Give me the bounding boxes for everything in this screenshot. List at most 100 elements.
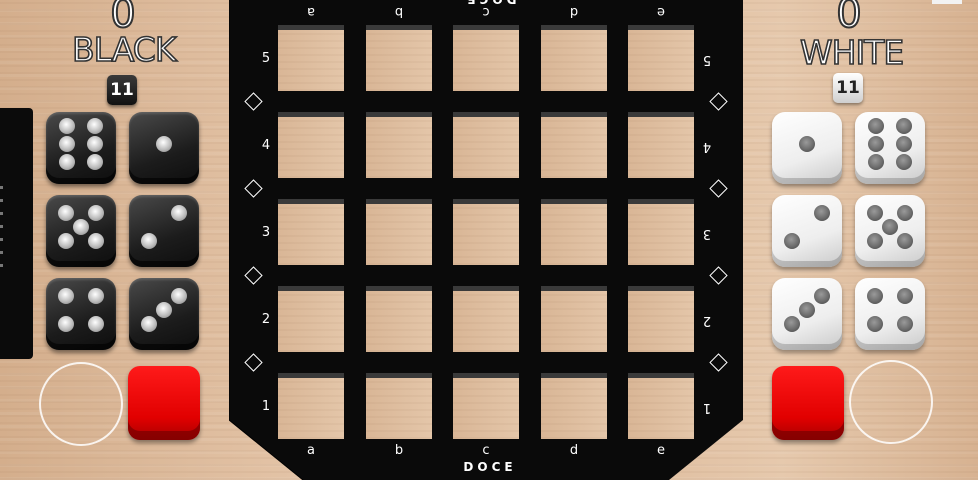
black-dice-count: 11 [107,75,137,105]
top-right-tab [932,0,962,4]
side-panel-tick [0,199,3,202]
board-brand-top: DOCE [440,0,540,6]
board-brand-bottom: DOCE [463,460,517,474]
row-label-left: 5 [261,51,271,66]
white-die-4[interactable] [855,278,925,350]
die-pip [866,204,883,221]
die-pip [866,233,883,250]
board-square-b4[interactable] [366,112,432,178]
die-pip [73,219,89,235]
die-pip [171,287,188,304]
board-square-d1[interactable] [541,373,607,439]
die-pip [868,136,884,152]
white-score: 0 [835,0,862,37]
die-pip [87,118,103,135]
side-panel-tick [0,264,3,267]
column-label-top: a [307,4,315,19]
die-pip [59,136,75,152]
side-panel[interactable] [0,108,33,359]
board-square-d3[interactable] [541,199,607,265]
die-pip [896,118,912,135]
die-pip [799,302,815,318]
row-label-left: 4 [261,138,271,153]
column-label-top: b [394,4,404,19]
board-square-b1[interactable] [366,373,432,439]
black-die-5[interactable] [46,195,116,267]
board-square-a2[interactable] [278,286,344,352]
column-label-bottom: e [657,443,665,458]
column-label-bottom: b [394,443,404,458]
die-pip [156,136,172,152]
board-square-d5[interactable] [541,25,607,91]
die-pip [140,233,157,250]
side-panel-tick [0,186,3,189]
board-square-e4[interactable] [628,112,694,178]
die-pip [171,204,188,221]
die-pip [882,219,898,235]
board-square-b3[interactable] [366,199,432,265]
black-die-4[interactable] [46,278,116,350]
die-pip [814,204,831,221]
column-label-top: e [657,4,665,19]
die-pip [57,316,74,333]
side-panel-tick [0,225,3,228]
die-pip [88,316,105,333]
board-square-c2[interactable] [453,286,519,352]
board-square-e1[interactable] [628,373,694,439]
die-pip [59,153,75,170]
die-pip [814,287,831,304]
black-die-2[interactable] [129,195,199,267]
board-square-a4[interactable] [278,112,344,178]
row-label-left: 1 [261,399,271,414]
white-roll-button[interactable] [849,360,933,444]
die-pip [897,287,914,304]
white-die-1[interactable] [772,112,842,184]
row-label-right: 4 [702,139,712,154]
die-pip [59,118,75,135]
side-panel-tick [0,212,3,215]
black-player-name: BLACK [71,30,177,69]
board-square-c1[interactable] [453,373,519,439]
board-square-c4[interactable] [453,112,519,178]
black-roll-button[interactable] [39,362,123,446]
board-square-d2[interactable] [541,286,607,352]
white-die-3[interactable] [772,278,842,350]
die-pip [88,287,105,304]
board-square-d4[interactable] [541,112,607,178]
die-pip [868,118,884,135]
row-label-left: 2 [261,312,271,327]
board-square-e5[interactable] [628,25,694,91]
die-pip [897,233,914,250]
die-pip [866,287,883,304]
die-pip [87,153,103,170]
board-square-c3[interactable] [453,199,519,265]
board-square-e2[interactable] [628,286,694,352]
black-die-6[interactable] [46,112,116,184]
die-pip [140,316,157,333]
die-pip [799,136,815,152]
die-pip [57,204,74,221]
die-pip [866,316,883,333]
board-square-a1[interactable] [278,373,344,439]
board-square-a5[interactable] [278,25,344,91]
white-die-5[interactable] [855,195,925,267]
board-square-b2[interactable] [366,286,432,352]
column-label-bottom: a [307,443,315,458]
board-square-c5[interactable] [453,25,519,91]
white-player-name: WHITE [799,33,905,72]
die-pip [88,233,105,250]
white-red-cube[interactable] [772,366,844,440]
column-label-top: c [482,4,490,19]
column-label-bottom: d [569,443,579,458]
board-square-b5[interactable] [366,25,432,91]
die-pip [57,287,74,304]
board-square-a3[interactable] [278,199,344,265]
white-die-2[interactable] [772,195,842,267]
black-red-cube[interactable] [128,366,200,440]
black-die-1[interactable] [129,112,199,184]
white-die-6[interactable] [855,112,925,184]
white-dice-count: 11 [833,73,863,103]
board-square-e3[interactable] [628,199,694,265]
row-label-right: 5 [702,52,712,67]
black-die-3[interactable] [129,278,199,350]
